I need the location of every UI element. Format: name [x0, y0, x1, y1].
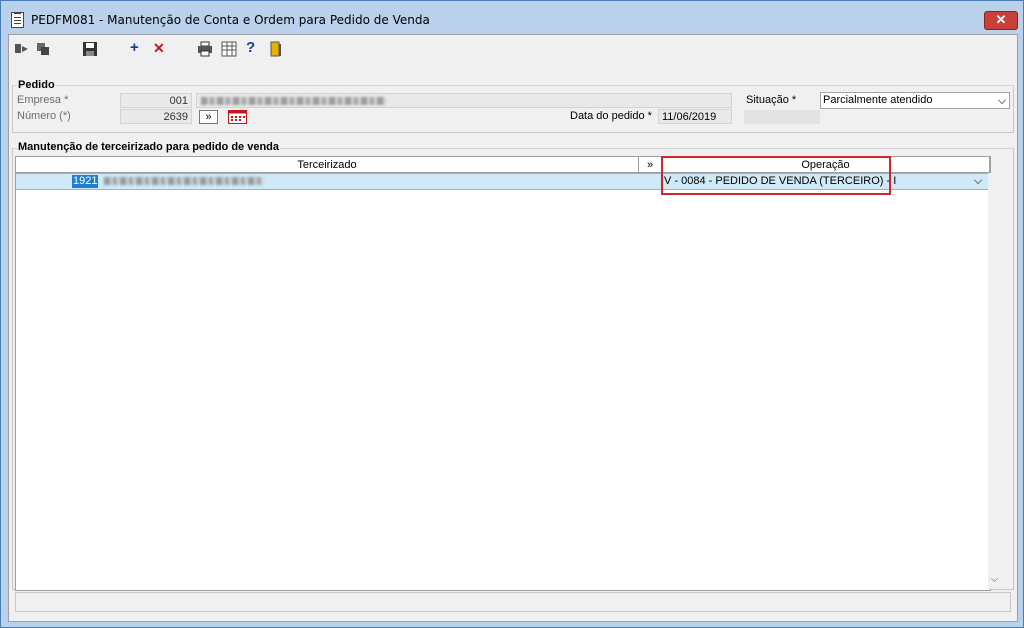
row-operacao-cell[interactable]: V - 0084 - PEDIDO DE VENDA (TERCEIRO) - … — [664, 175, 896, 188]
delete-icon[interactable]: ✕ — [153, 39, 165, 57]
situacao-extra-field — [744, 110, 820, 124]
manutencao-group-title: Manutenção de terceirizado para pedido d… — [17, 141, 281, 153]
document-icon — [11, 12, 24, 28]
column-header-operacao[interactable]: Operação — [662, 157, 990, 173]
numero-field[interactable]: 2639 — [120, 109, 192, 124]
numero-label: Número (*) — [17, 110, 71, 122]
save-icon[interactable] — [82, 41, 98, 57]
column-header-terceirizado[interactable]: Terceirizado — [16, 157, 639, 173]
empresa-field[interactable]: 001 — [120, 93, 192, 108]
column-header-expand[interactable]: » — [639, 157, 662, 173]
situacao-label: Situação * — [746, 94, 797, 106]
client-area: + ✕ ? Pedido Empresa * 001 Número (*) 26… — [8, 34, 1018, 622]
pedido-group-title: Pedido — [17, 79, 56, 91]
data-pedido-field[interactable]: 11/06/2019 — [658, 109, 732, 124]
empresa-label: Empresa * — [17, 94, 69, 106]
table-row[interactable]: 1921 V - 0084 - PEDIDO DE VENDA (TERCEIR… — [16, 173, 990, 190]
scroll-down-icon[interactable] — [991, 575, 998, 582]
empresa-name-field[interactable] — [196, 93, 732, 108]
help-icon[interactable]: ? — [246, 39, 255, 57]
app-window: PEDFM081 - Manutenção de Conta e Ordem p… — [0, 0, 1024, 628]
window-title: PEDFM081 - Manutenção de Conta e Ordem p… — [31, 13, 430, 27]
chevron-down-icon — [998, 96, 1006, 104]
data-pedido-label: Data do pedido * — [570, 110, 652, 122]
row-code-cell[interactable]: 1921 — [72, 175, 99, 188]
situacao-select[interactable]: Parcialmente atendido — [820, 92, 1010, 109]
situacao-value: Parcialmente atendido — [823, 94, 933, 106]
terceirizado-grid: Terceirizado » Operação 1921 V - 0084 - … — [15, 156, 1002, 591]
vertical-scrollbar[interactable] — [988, 173, 1002, 589]
title-bar: PEDFM081 - Manutenção de Conta e Ordem p… — [1, 1, 1023, 35]
calendar-icon[interactable] — [228, 110, 247, 124]
close-button[interactable]: ✕ — [984, 11, 1018, 30]
redacted-text — [104, 177, 264, 185]
first-record-icon[interactable] — [13, 41, 29, 57]
redacted-text — [201, 97, 386, 105]
spreadsheet-icon[interactable] — [221, 41, 237, 57]
chevron-down-icon[interactable] — [974, 176, 982, 184]
print-icon[interactable] — [197, 41, 213, 57]
add-icon[interactable]: + — [130, 39, 139, 57]
next-number-button[interactable]: » — [199, 110, 218, 124]
status-bar — [15, 592, 1011, 612]
copy-record-icon[interactable] — [35, 41, 51, 57]
exit-door-icon[interactable] — [268, 41, 284, 57]
